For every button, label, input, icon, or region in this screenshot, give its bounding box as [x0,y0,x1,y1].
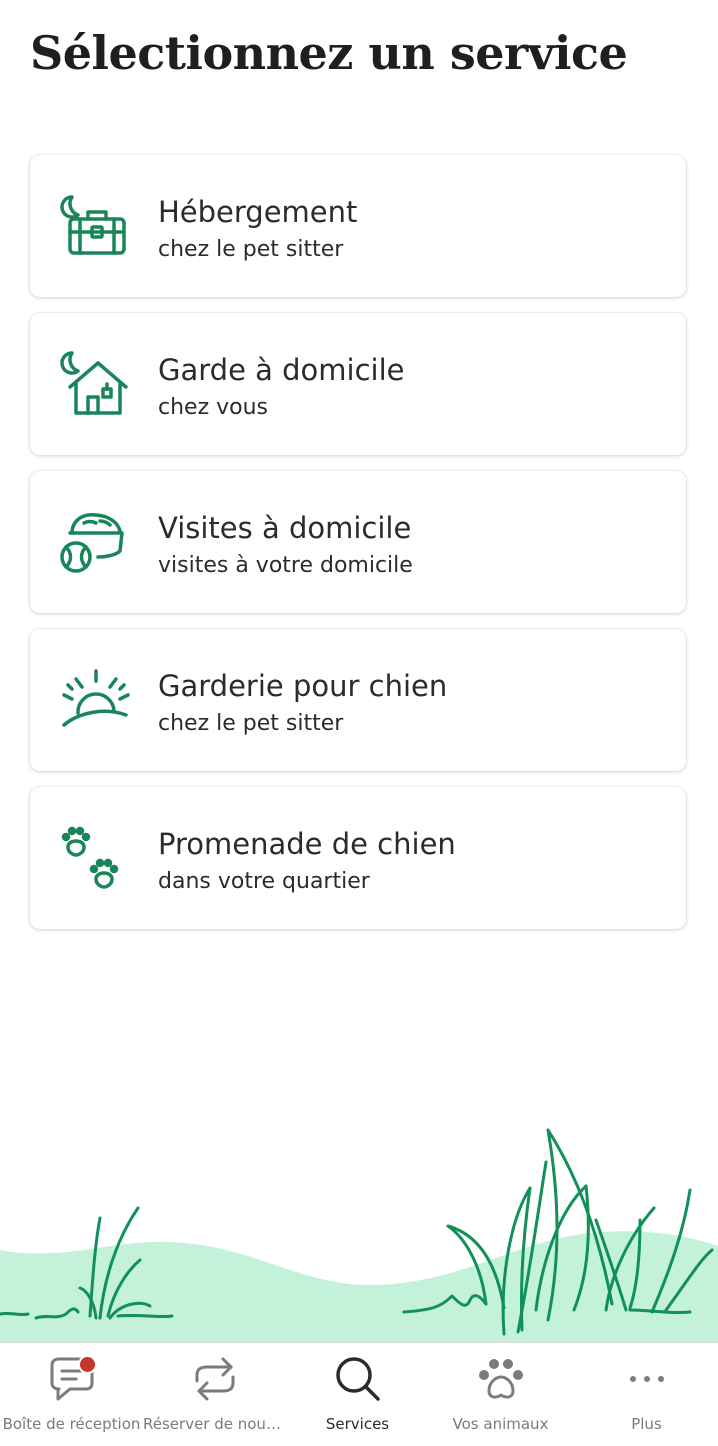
tab-label: Services [325,1415,390,1433]
page-title: Sélectionnez un service [30,26,628,80]
service-card-visites-domicile[interactable]: Visites à domicile visites à votre domic… [30,471,686,613]
bottom-tab-bar: Boîte de réception Réserver de nouv... S… [0,1342,718,1446]
service-subtitle: chez vous [158,395,268,420]
house-sitting-icon [58,351,130,417]
service-title: Garde à domicile [158,353,405,387]
service-title: Visites à domicile [158,511,412,545]
tab-pets[interactable]: Vos animaux [429,1343,572,1446]
tab-label: Boîte de réception [2,1415,141,1433]
paw-icon [479,1359,523,1399]
tab-label: Plus [631,1415,662,1433]
service-card-garderie[interactable]: Garderie pour chien chez le pet sitter [30,629,686,771]
service-subtitle: chez le pet sitter [158,237,344,262]
service-subtitle: visites à votre domicile [158,553,413,578]
service-title: Hébergement [158,195,358,229]
notification-badge [78,1355,97,1374]
tab-label: Vos animaux [452,1415,549,1433]
service-list: Hébergement chez le pet sitter Garde à d… [30,155,686,945]
tab-label: Réserver de nouv... [143,1415,286,1433]
service-title: Promenade de chien [158,827,456,861]
tab-more[interactable]: Plus [575,1343,718,1446]
boarding-bag-icon [58,193,130,259]
service-card-hebergement[interactable]: Hébergement chez le pet sitter [30,155,686,297]
service-subtitle: chez le pet sitter [158,711,344,736]
paw-prints-icon [58,825,130,891]
service-card-promenade[interactable]: Promenade de chien dans votre quartier [30,787,686,929]
repeat-icon [195,1357,235,1401]
service-title: Garderie pour chien [158,669,448,703]
sunrise-icon [58,667,130,733]
grass-illustration [0,1128,718,1342]
tab-inbox[interactable]: Boîte de réception [0,1343,143,1446]
tab-services[interactable]: Services [286,1343,429,1446]
more-dots-icon [630,1376,664,1382]
tab-rebook[interactable]: Réserver de nouv... [143,1343,286,1446]
service-card-garde-domicile[interactable]: Garde à domicile chez vous [30,313,686,455]
search-icon [336,1357,380,1401]
food-bowl-icon [58,509,130,575]
service-subtitle: dans votre quartier [158,869,370,894]
